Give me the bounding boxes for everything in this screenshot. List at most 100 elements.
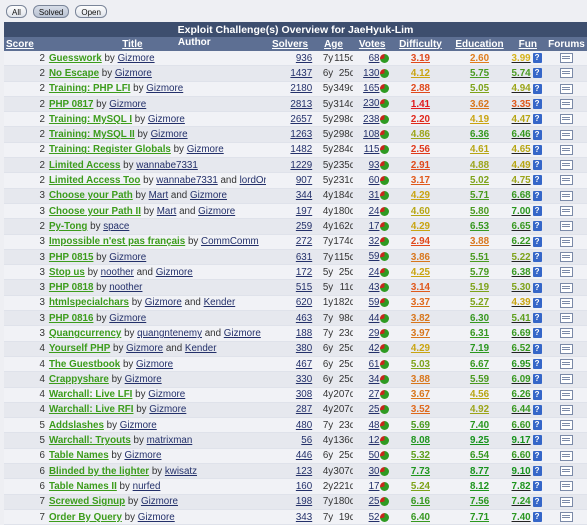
filter-open-button[interactable]: Open — [75, 5, 107, 18]
vote-pie-icon[interactable] — [380, 481, 390, 491]
header-age[interactable]: Age — [314, 37, 353, 51]
author-link[interactable]: Gizmore — [125, 374, 162, 385]
vote-pie-icon[interactable] — [380, 359, 390, 369]
header-score[interactable]: Score — [4, 37, 47, 51]
fun-value[interactable]: 5.74 — [512, 68, 531, 79]
help-icon[interactable]: ? — [532, 68, 542, 79]
votes-count[interactable]: 165 — [363, 83, 379, 94]
forum-icon[interactable] — [560, 190, 574, 201]
fun-value[interactable]: 6.68 — [512, 190, 531, 201]
vote-pie-icon[interactable] — [380, 84, 390, 94]
vote-pie-icon[interactable] — [380, 283, 390, 293]
author-link[interactable]: Gizmore — [224, 328, 261, 339]
difficulty-cell[interactable]: 3.37 — [391, 295, 450, 312]
education-cell[interactable]: 5.59 — [449, 371, 510, 388]
fun-value[interactable]: 5.22 — [512, 252, 531, 263]
education-cell[interactable]: 4.19 — [449, 111, 510, 128]
solvers-link[interactable]: 123 — [296, 466, 312, 477]
author-link[interactable]: Mart — [149, 190, 169, 201]
forum-icon[interactable] — [560, 358, 574, 369]
vote-pie-icon[interactable] — [380, 221, 390, 231]
forum-icon[interactable] — [560, 267, 574, 278]
author-link[interactable]: Gizmore — [198, 206, 235, 217]
education-cell[interactable]: 7.19 — [449, 341, 510, 357]
fun-value[interactable]: 6.26 — [512, 389, 531, 400]
difficulty-cell[interactable]: 5.03 — [391, 356, 450, 373]
votes-count[interactable]: 25 — [369, 404, 380, 415]
votes-count[interactable]: 48 — [369, 420, 380, 431]
challenge-link[interactable]: Blinded by the lighter — [49, 466, 149, 477]
author-link[interactable]: noother — [109, 282, 142, 293]
forum-icon[interactable] — [560, 98, 574, 109]
help-icon[interactable]: ? — [532, 374, 542, 385]
solvers-link[interactable]: 287 — [296, 404, 312, 415]
fun-value[interactable]: 4.94 — [512, 83, 531, 94]
vote-pie-icon[interactable] — [380, 99, 390, 109]
vote-pie-icon[interactable] — [380, 160, 390, 170]
difficulty-cell[interactable]: 5.32 — [391, 448, 450, 465]
fun-value[interactable]: 7.00 — [512, 206, 531, 217]
education-cell[interactable]: 4.92 — [449, 402, 510, 419]
difficulty-cell[interactable]: 2.94 — [391, 234, 450, 250]
forum-icon[interactable] — [560, 466, 574, 477]
difficulty-cell[interactable]: 2.88 — [391, 81, 450, 97]
author-link[interactable]: Gizmore — [109, 313, 146, 324]
forum-icon[interactable] — [560, 389, 574, 400]
difficulty-cell[interactable]: 6.40 — [391, 509, 450, 525]
challenge-link[interactable]: Training: MySQL II — [49, 129, 135, 140]
education-cell[interactable]: 6.67 — [449, 356, 510, 373]
votes-count[interactable]: 52 — [369, 512, 380, 523]
forum-icon[interactable] — [560, 68, 574, 79]
help-icon[interactable]: ? — [532, 206, 542, 217]
vote-pie-icon[interactable] — [380, 175, 390, 185]
fun-value[interactable]: 3.35 — [512, 99, 531, 110]
challenge-link[interactable]: Addslashes — [49, 420, 104, 431]
solvers-link[interactable]: 480 — [296, 420, 312, 431]
author-link[interactable]: Gizmore — [124, 450, 161, 461]
solvers-link[interactable]: 344 — [296, 190, 312, 201]
header-fun[interactable]: Fun — [509, 37, 547, 51]
help-icon[interactable]: ? — [532, 496, 542, 507]
header-votes[interactable]: Votes — [352, 37, 392, 51]
forum-icon[interactable] — [560, 481, 574, 492]
difficulty-cell[interactable]: 4.12 — [391, 65, 450, 82]
votes-count[interactable]: 238 — [363, 114, 379, 125]
education-cell[interactable]: 6.53 — [449, 218, 510, 235]
vote-pie-icon[interactable] — [380, 206, 390, 216]
votes-count[interactable]: 230 — [363, 98, 379, 109]
author-link[interactable]: Gizmore — [149, 404, 186, 415]
forum-icon[interactable] — [560, 206, 574, 217]
votes-count[interactable]: 17 — [369, 481, 380, 492]
challenge-link[interactable]: Limited Access Too — [49, 175, 140, 186]
solvers-link[interactable]: 380 — [296, 343, 312, 354]
difficulty-cell[interactable]: 5.24 — [391, 478, 450, 495]
forum-icon[interactable] — [560, 420, 574, 431]
solvers-link[interactable]: 1263 — [290, 129, 312, 140]
solvers-link[interactable]: 188 — [296, 328, 312, 339]
fun-value[interactable]: 4.65 — [512, 144, 531, 155]
difficulty-cell[interactable]: 8.08 — [391, 432, 450, 449]
challenge-link[interactable]: Choose your Path — [49, 190, 133, 201]
vote-pie-icon[interactable] — [380, 130, 390, 140]
votes-count[interactable]: 34 — [369, 374, 380, 385]
vote-pie-icon[interactable] — [380, 451, 390, 461]
difficulty-cell[interactable]: 5.69 — [391, 417, 450, 434]
difficulty-cell[interactable]: 3.86 — [391, 249, 450, 266]
challenge-link[interactable]: The Guestbook — [49, 359, 120, 370]
vote-pie-icon[interactable] — [380, 436, 390, 446]
author-link[interactable]: wannabe7331 — [136, 160, 198, 171]
challenge-link[interactable]: Py-Tong — [49, 221, 87, 232]
education-cell[interactable]: 2.60 — [449, 51, 510, 67]
education-cell[interactable]: 5.75 — [449, 65, 510, 82]
fun-value[interactable]: 5.41 — [512, 313, 531, 324]
votes-count[interactable]: 59 — [369, 297, 380, 308]
solvers-link[interactable]: 172 — [296, 267, 312, 278]
vote-pie-icon[interactable] — [380, 420, 390, 430]
difficulty-cell[interactable]: 4.60 — [391, 203, 450, 220]
challenge-link[interactable]: htmlspecialchars — [49, 297, 129, 308]
education-cell[interactable]: 5.05 — [449, 81, 510, 97]
difficulty-cell[interactable]: 3.88 — [391, 371, 450, 388]
help-icon[interactable]: ? — [532, 343, 542, 354]
fun-value[interactable]: 6.52 — [512, 343, 531, 354]
vote-pie-icon[interactable] — [380, 53, 390, 63]
